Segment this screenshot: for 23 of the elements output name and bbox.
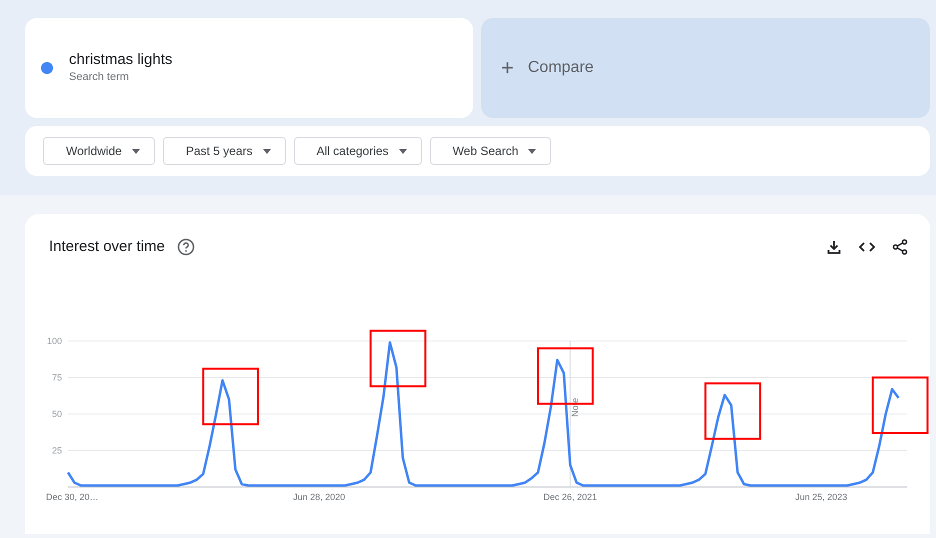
x-axis-label: Jun 28, 2020 (293, 492, 346, 502)
filter-dropdown[interactable]: Web Search (430, 137, 552, 165)
highlight-rectangle (872, 376, 929, 434)
x-axis-label: Dec 30, 20… (46, 492, 99, 502)
chart-title: Interest over time (49, 237, 165, 257)
filter-dropdown[interactable]: All categories (294, 137, 422, 165)
filter-dropdown[interactable]: Worldwide (43, 137, 155, 165)
highlight-rectangle (370, 329, 426, 387)
x-axis-label: Dec 26, 2021 (543, 492, 597, 502)
y-axis-label: 50 (52, 408, 62, 418)
filter-dropdown[interactable]: Past 5 years (162, 137, 286, 165)
x-axis-label: Jun 25, 2023 (795, 492, 848, 502)
compare-button[interactable]: + Compare (481, 18, 930, 118)
y-axis-label: 25 (52, 445, 62, 455)
y-axis-label: 75 (52, 372, 62, 382)
share-icon[interactable] (892, 239, 908, 256)
highlight-rectangle (704, 382, 762, 440)
search-term-label: christmas lights (69, 50, 172, 69)
highlight-rectangle (202, 367, 259, 425)
download-icon[interactable] (826, 239, 842, 256)
search-term-caption: Search term (69, 70, 130, 85)
y-axis-label: 100 (46, 336, 62, 346)
help-icon[interactable] (176, 238, 195, 256)
